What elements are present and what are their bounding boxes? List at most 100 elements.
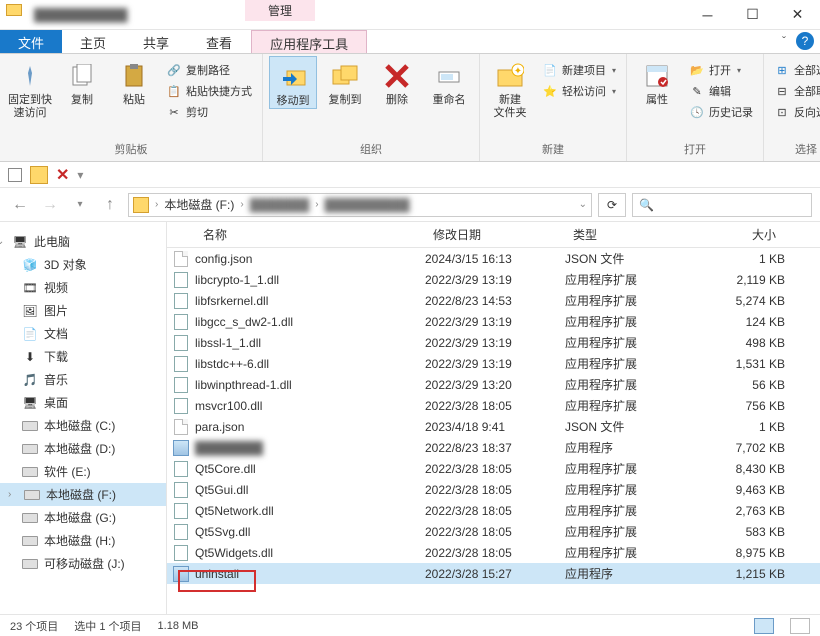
column-size[interactable]: 大小 bbox=[695, 226, 785, 243]
file-row[interactable]: Qt5Svg.dll2022/3/28 18:05应用程序扩展583 KB bbox=[167, 521, 820, 542]
chevron-right-icon[interactable]: › bbox=[155, 199, 158, 210]
file-row[interactable]: libstdc++-6.dll2022/3/29 13:19应用程序扩展1,53… bbox=[167, 353, 820, 374]
forward-button[interactable]: → bbox=[38, 193, 62, 217]
new-folder-button[interactable]: ✦ 新建 文件夹 bbox=[486, 56, 534, 120]
file-row[interactable]: libfsrkernel.dll2022/8/23 14:53应用程序扩展5,2… bbox=[167, 290, 820, 311]
tree-expand-icon[interactable]: › bbox=[8, 489, 18, 500]
maximize-button[interactable]: ☐ bbox=[730, 0, 775, 30]
address-dropdown-icon[interactable]: ⌄ bbox=[579, 199, 587, 210]
rename-button[interactable]: 重命名 bbox=[425, 56, 473, 107]
file-size: 1,215 KB bbox=[695, 567, 785, 581]
manage-contextual-tab[interactable]: 管理 bbox=[245, 0, 315, 21]
sidebar-this-pc[interactable]: ⌄ 🖥 此电脑 bbox=[0, 230, 166, 253]
qat-dropdown-icon[interactable]: ▾ bbox=[77, 168, 83, 182]
folder-icon bbox=[30, 166, 48, 184]
sidebar-item[interactable]: 软件 (E:) bbox=[0, 460, 166, 483]
copy-path-button[interactable]: 🔗复制路径 bbox=[162, 60, 256, 80]
breadcrumb-segment[interactable]: ██████████ bbox=[325, 198, 410, 212]
sidebar-item[interactable]: 本地磁盘 (D:) bbox=[0, 437, 166, 460]
open-button[interactable]: 📂打开▾ bbox=[685, 60, 757, 80]
file-row[interactable]: para.json2023/4/18 9:41JSON 文件1 KB bbox=[167, 416, 820, 437]
column-type[interactable]: 类型 bbox=[565, 226, 695, 243]
column-date[interactable]: 修改日期 bbox=[425, 226, 565, 243]
breadcrumb-segment[interactable]: 本地磁盘 (F:) bbox=[164, 196, 234, 213]
sidebar-item-label: 3D 对象 bbox=[44, 256, 87, 273]
refresh-button[interactable]: ⟳ bbox=[598, 193, 626, 217]
file-row[interactable]: uninstall2022/3/28 15:27应用程序1,215 KB bbox=[167, 563, 820, 584]
breadcrumb-segment[interactable]: ███████ bbox=[250, 198, 310, 212]
up-button[interactable]: ↑ bbox=[98, 193, 122, 217]
pin-to-quick-access-button[interactable]: 固定到快 速访问 bbox=[6, 56, 54, 120]
copy-to-button[interactable]: 复制到 bbox=[321, 56, 369, 107]
tab-share[interactable]: 共享 bbox=[125, 30, 188, 53]
chevron-right-icon[interactable]: › bbox=[315, 199, 318, 210]
file-row[interactable]: config.json2024/3/15 16:13JSON 文件1 KB bbox=[167, 248, 820, 269]
copy-button[interactable]: 复制 bbox=[58, 56, 106, 107]
file-row[interactable]: ████████2022/8/23 18:37应用程序7,702 KB bbox=[167, 437, 820, 458]
select-checkbox[interactable] bbox=[8, 168, 22, 182]
edit-button[interactable]: ✎编辑 bbox=[685, 81, 757, 101]
file-row[interactable]: Qt5Gui.dll2022/3/28 18:05应用程序扩展9,463 KB bbox=[167, 479, 820, 500]
move-to-button[interactable]: 移动到 bbox=[269, 56, 317, 109]
history-button[interactable]: 🕓历史记录 bbox=[685, 102, 757, 122]
file-row[interactable]: Qt5Network.dll2022/3/28 18:05应用程序扩展2,763… bbox=[167, 500, 820, 521]
ribbon: 固定到快 速访问 复制 粘贴 🔗复制路径 📋粘贴快捷方式 ✂剪切 剪贴板 移动到 bbox=[0, 54, 820, 162]
file-type: 应用程序扩展 bbox=[565, 376, 695, 393]
sidebar-item[interactable]: 🧊3D 对象 bbox=[0, 253, 166, 276]
sidebar-item[interactable]: 本地磁盘 (H:) bbox=[0, 529, 166, 552]
file-size: 56 KB bbox=[695, 378, 785, 392]
sidebar-item[interactable]: 🎵音乐 bbox=[0, 368, 166, 391]
sidebar-item[interactable]: 🖥桌面 bbox=[0, 391, 166, 414]
search-icon: 🔍 bbox=[639, 198, 654, 212]
address-bar[interactable]: › 本地磁盘 (F:) › ███████ › ██████████ ⌄ bbox=[128, 193, 592, 217]
sidebar-item[interactable]: 本地磁盘 (G:) bbox=[0, 506, 166, 529]
delete-button[interactable]: 删除 bbox=[373, 56, 421, 107]
sidebar-item[interactable]: 📄文档 bbox=[0, 322, 166, 345]
sidebar-item[interactable]: ⬇下载 bbox=[0, 345, 166, 368]
close-button[interactable]: ✕ bbox=[775, 0, 820, 30]
sidebar-item[interactable]: 可移动磁盘 (J:) bbox=[0, 552, 166, 575]
ribbon-collapse-icon[interactable]: ˇ bbox=[782, 34, 786, 48]
new-item-button[interactable]: 📄新建项目▾ bbox=[538, 60, 620, 80]
tree-collapse-icon[interactable]: ⌄ bbox=[0, 236, 6, 247]
help-icon[interactable]: ? bbox=[796, 32, 814, 50]
cut-button[interactable]: ✂剪切 bbox=[162, 102, 256, 122]
tab-app-tools[interactable]: 应用程序工具 bbox=[251, 30, 367, 53]
ribbon-group-new: 新建 bbox=[486, 141, 620, 159]
file-row[interactable]: libssl-1_1.dll2022/3/29 13:19应用程序扩展498 K… bbox=[167, 332, 820, 353]
search-input[interactable]: 🔍 bbox=[632, 193, 812, 217]
column-headers: 名称 修改日期 类型 大小 bbox=[167, 222, 820, 248]
invert-selection-button[interactable]: ⊡反向选择 bbox=[770, 102, 820, 122]
sidebar-item[interactable]: 本地磁盘 (C:) bbox=[0, 414, 166, 437]
sidebar-item[interactable]: 🎞视频 bbox=[0, 276, 166, 299]
delete-x-icon[interactable]: ✕ bbox=[56, 165, 69, 185]
file-name: libcrypto-1_1.dll bbox=[195, 273, 425, 287]
file-row[interactable]: Qt5Widgets.dll2022/3/28 18:05应用程序扩展8,975… bbox=[167, 542, 820, 563]
file-row[interactable]: Qt5Core.dll2022/3/28 18:05应用程序扩展8,430 KB bbox=[167, 458, 820, 479]
file-row[interactable]: libwinpthread-1.dll2022/3/29 13:20应用程序扩展… bbox=[167, 374, 820, 395]
file-row[interactable]: msvcr100.dll2022/3/28 18:05应用程序扩展756 KB bbox=[167, 395, 820, 416]
file-size: 8,430 KB bbox=[695, 462, 785, 476]
file-row[interactable]: libgcc_s_dw2-1.dll2022/3/29 13:19应用程序扩展1… bbox=[167, 311, 820, 332]
paste-shortcut-button[interactable]: 📋粘贴快捷方式 bbox=[162, 81, 256, 101]
file-size: 7,702 KB bbox=[695, 441, 785, 455]
sidebar-item[interactable]: ›本地磁盘 (F:) bbox=[0, 483, 166, 506]
select-all-button[interactable]: ⊞全部选择 bbox=[770, 60, 820, 80]
minimize-button[interactable]: ─ bbox=[685, 0, 730, 30]
sidebar: ⌄ 🖥 此电脑 🧊3D 对象🎞视频🖼图片📄文档⬇下载🎵音乐🖥桌面本地磁盘 (C:… bbox=[0, 222, 167, 614]
easy-access-button[interactable]: ⭐轻松访问▾ bbox=[538, 81, 620, 101]
tab-view[interactable]: 查看 bbox=[188, 30, 251, 53]
recent-dropdown[interactable]: ▾ bbox=[68, 193, 92, 217]
properties-button[interactable]: 属性 bbox=[633, 56, 681, 107]
column-name[interactable]: 名称 bbox=[195, 226, 425, 243]
chevron-right-icon[interactable]: › bbox=[240, 199, 243, 210]
back-button[interactable]: ← bbox=[8, 193, 32, 217]
tab-file[interactable]: 文件 bbox=[0, 30, 62, 53]
file-name: Qt5Svg.dll bbox=[195, 525, 425, 539]
sidebar-item[interactable]: 🖼图片 bbox=[0, 299, 166, 322]
paste-button[interactable]: 粘贴 bbox=[110, 56, 158, 107]
file-row[interactable]: libcrypto-1_1.dll2022/3/29 13:19应用程序扩展2,… bbox=[167, 269, 820, 290]
select-none-button[interactable]: ⊟全部取消 bbox=[770, 81, 820, 101]
file-type: 应用程序扩展 bbox=[565, 334, 695, 351]
tab-home[interactable]: 主页 bbox=[62, 30, 125, 53]
